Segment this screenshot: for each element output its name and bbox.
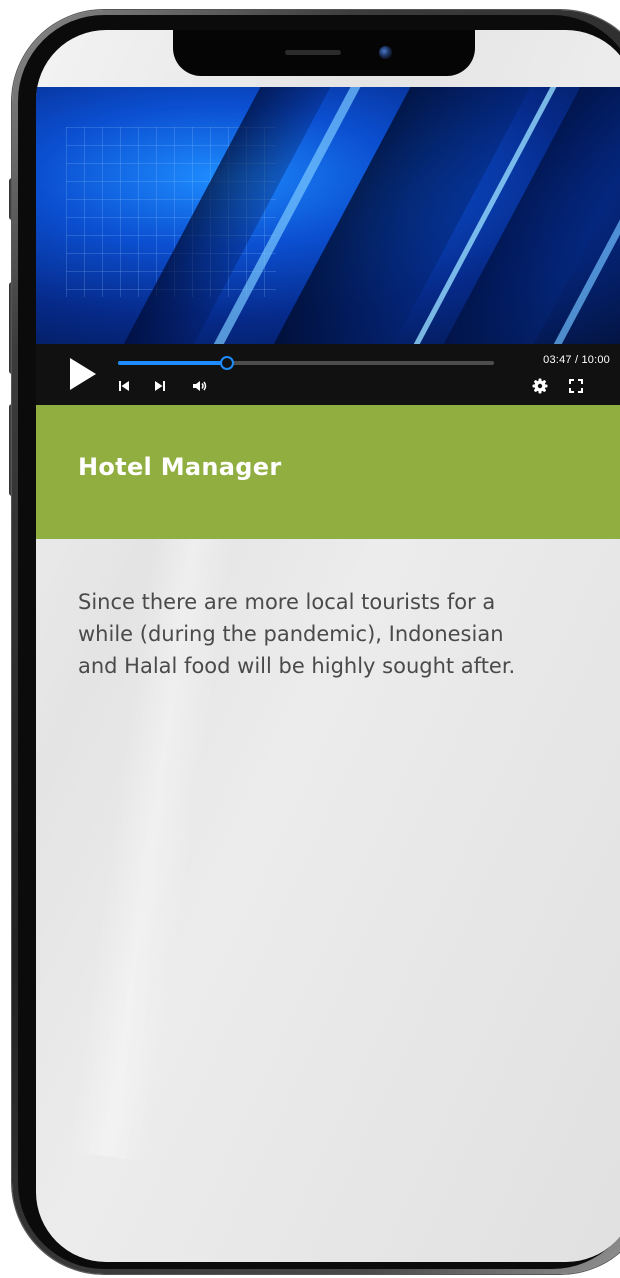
stage: 03:47 / 10:00 Hotel Manager Since there …: [0, 0, 620, 1278]
progress-scrubber[interactable]: [220, 356, 235, 370]
earpiece-speaker: [285, 50, 341, 55]
video-controls: 03:47 / 10:00: [36, 344, 620, 405]
video-player[interactable]: 03:47 / 10:00: [36, 87, 620, 405]
time-display: 03:47 / 10:00: [543, 354, 610, 366]
volume-icon[interactable]: [190, 376, 210, 396]
play-icon[interactable]: [70, 358, 96, 390]
skip-forward-icon[interactable]: [150, 376, 170, 396]
progress-fill: [118, 361, 228, 365]
phone-screen: 03:47 / 10:00 Hotel Manager Since there …: [36, 30, 620, 1262]
card-header: Hotel Manager: [36, 405, 620, 539]
front-camera: [379, 46, 392, 59]
page-title: Hotel Manager: [78, 453, 282, 481]
fullscreen-icon[interactable]: [566, 376, 586, 396]
body-text: Since there are more local tourists for …: [78, 590, 516, 678]
video-frame[interactable]: [36, 87, 620, 344]
phone-notch: [173, 30, 475, 76]
progress-track[interactable]: [118, 356, 494, 370]
skip-back-icon[interactable]: [114, 376, 134, 396]
settings-icon[interactable]: [530, 376, 550, 396]
screen-reflection: [67, 457, 245, 1163]
